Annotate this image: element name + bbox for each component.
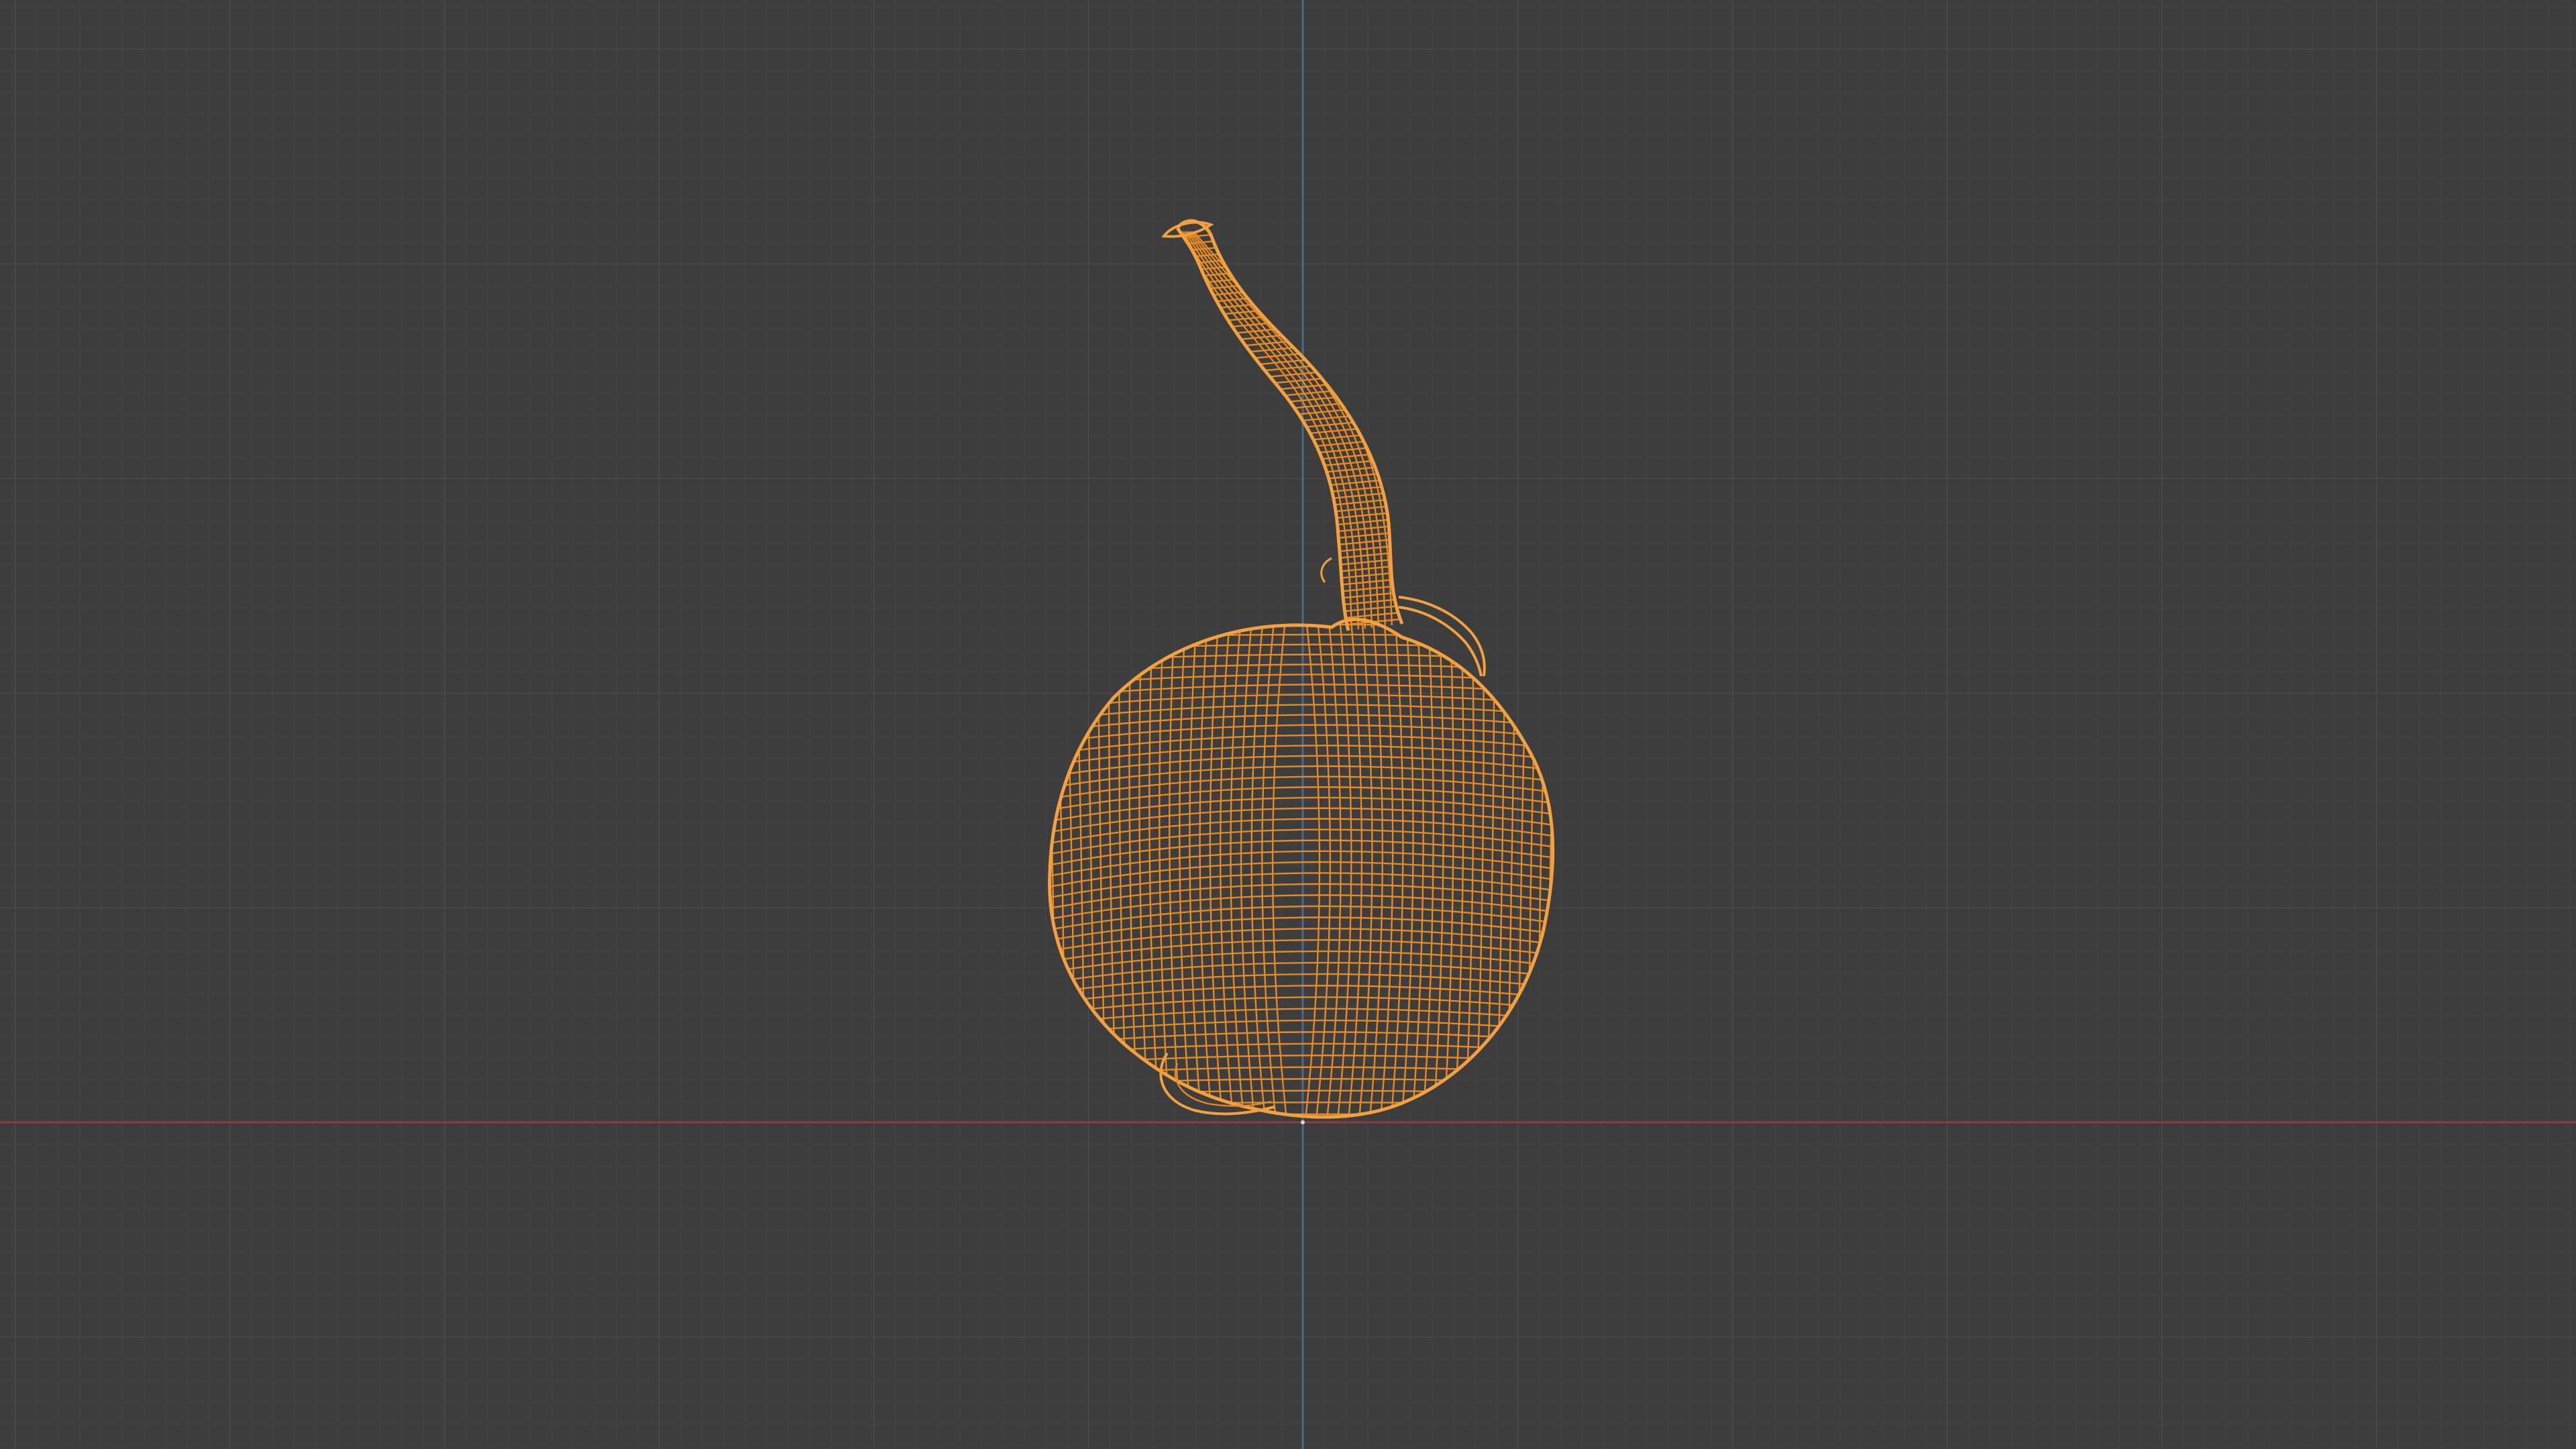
viewport-scene <box>0 0 2576 1449</box>
origin-marker <box>1301 1120 1305 1124</box>
3d-viewport[interactable] <box>0 0 2576 1449</box>
